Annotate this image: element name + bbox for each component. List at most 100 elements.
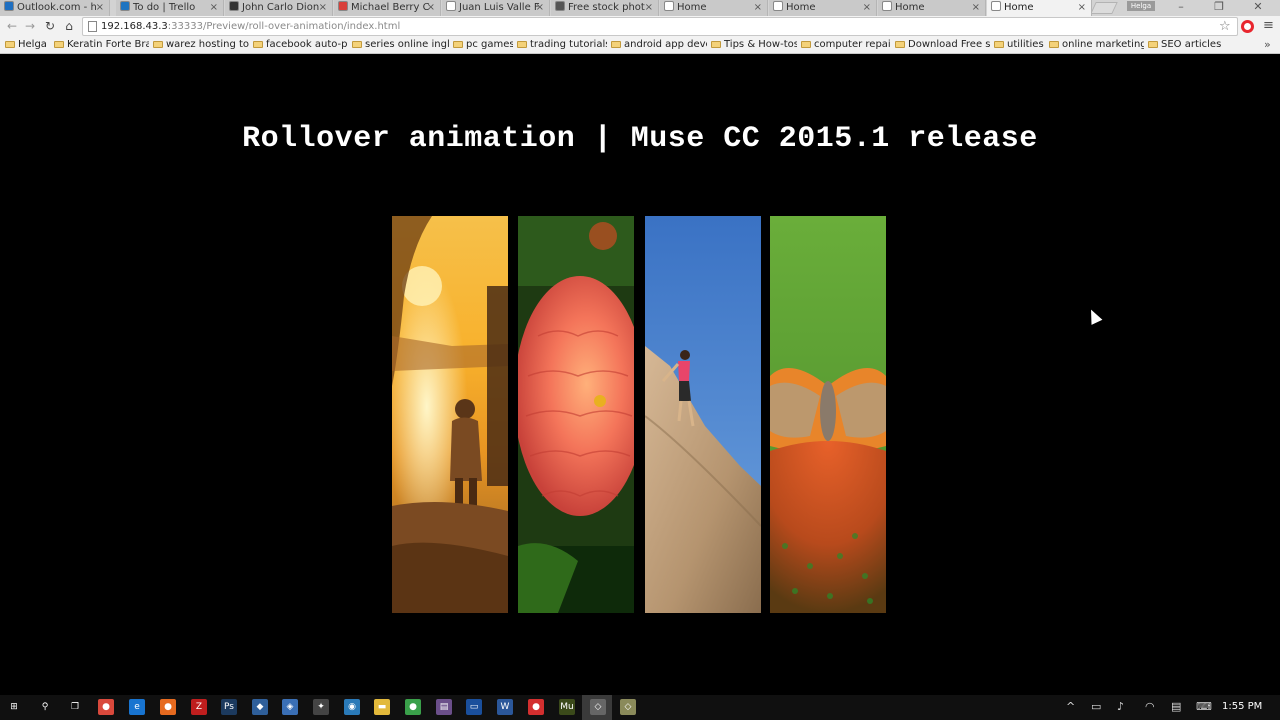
bookmark-item[interactable]: trading tutorials xyxy=(517,37,607,54)
opera-extension-icon[interactable] xyxy=(1241,20,1254,33)
back-button[interactable]: ← xyxy=(4,18,20,34)
tab[interactable]: John Carlo Dion × xyxy=(225,0,333,16)
file-explorer-icon[interactable]: ▬ xyxy=(374,699,390,715)
keyboard-app-icon[interactable]: ▭ xyxy=(466,699,482,715)
extra-app-icon[interactable]: ◇ xyxy=(620,699,636,715)
folder-icon xyxy=(517,41,527,48)
tool-icon[interactable]: ✦ xyxy=(313,699,329,715)
bookmark-label: facebook auto-po xyxy=(266,39,348,50)
tray-chevron-icon[interactable]: ^ xyxy=(1066,700,1075,713)
filezilla-icon[interactable]: Z xyxy=(191,699,207,715)
menu-icon[interactable]: ≡ xyxy=(1263,18,1274,33)
edge-icon[interactable]: e xyxy=(129,699,145,715)
bookmark-item[interactable]: pc games xyxy=(453,37,513,54)
sunset-child-photo[interactable] xyxy=(392,216,508,613)
bookmark-label: online marketing xyxy=(1062,39,1144,50)
firefox-icon[interactable]: ● xyxy=(160,699,176,715)
tab-close-icon[interactable]: × xyxy=(96,0,104,15)
bookmark-item[interactable]: Keratin Forte Braz xyxy=(54,37,149,54)
tab-close-icon[interactable]: × xyxy=(427,0,435,15)
home-button[interactable]: ⌂ xyxy=(61,18,77,34)
bookmark-label: pc games xyxy=(466,39,513,50)
keyboard-icon[interactable]: ⌨ xyxy=(1196,700,1212,713)
bookmark-item[interactable]: computer repair xyxy=(801,37,891,54)
bookmark-item[interactable]: facebook auto-po xyxy=(253,37,348,54)
tab[interactable]: Outlook.com - h × xyxy=(0,0,110,16)
active-app-icon[interactable]: ◇ xyxy=(590,699,606,715)
photoshop-icon[interactable]: Ps xyxy=(221,699,237,715)
search-icon[interactable]: ⚲ xyxy=(37,699,53,715)
security-icon[interactable]: ◈ xyxy=(282,699,298,715)
tab[interactable]: Home × xyxy=(878,0,986,16)
tab[interactable]: Michael Berry C × xyxy=(334,0,441,16)
bookmark-item[interactable]: Helga xyxy=(5,37,51,54)
forward-button[interactable]: → xyxy=(22,18,38,34)
battery-icon[interactable]: ▭ xyxy=(1091,700,1101,713)
tab-close-icon[interactable]: × xyxy=(863,0,871,15)
tab[interactable]: Home × xyxy=(769,0,877,16)
bookmark-item[interactable]: Tips & How-tos xyxy=(711,37,797,54)
wifi-icon[interactable]: ◠ xyxy=(1145,700,1155,713)
folder-icon xyxy=(895,41,905,48)
folder-icon xyxy=(994,41,1004,48)
task-view-icon[interactable]: ❐ xyxy=(67,699,83,715)
tab[interactable]: Home × xyxy=(987,0,1092,16)
tab[interactable]: Free stock phot × xyxy=(551,0,659,16)
rock-climber-image xyxy=(645,216,761,613)
tab-label: Juan Luis Valle F xyxy=(459,2,540,13)
tab[interactable]: Home × xyxy=(660,0,768,16)
windows-start-icon[interactable]: ⊞ xyxy=(6,699,22,715)
bookmark-item[interactable]: utilities xyxy=(994,37,1045,54)
bookmark-item[interactable]: series online ingle xyxy=(352,37,449,54)
bookmark-item[interactable]: Download Free st xyxy=(895,37,990,54)
bookmark-item[interactable]: android app deve xyxy=(611,37,707,54)
rock-climber-photo[interactable] xyxy=(645,216,761,613)
dahlia-flower-photo[interactable] xyxy=(518,216,634,613)
taskbar-clock[interactable]: 1:55 PM xyxy=(1222,701,1262,712)
profile-badge[interactable]: Helga xyxy=(1127,1,1155,11)
mouse-cursor xyxy=(1085,307,1103,325)
butterfly-photo[interactable] xyxy=(770,216,886,613)
address-bar[interactable]: 192.168.43.3:33333/Preview/roll-over-ani… xyxy=(82,17,1238,36)
windows-taskbar: ^ ▭ ♪ ◠ ▤ ⌨ 1:55 PM ⊞ ⚲ ❐ ● e ● Z Ps ◆ ◈ ✦ ◉ ▬ ● ▤ ▭ W ● M… xyxy=(0,695,1280,720)
bookmarks-overflow-icon[interactable]: » xyxy=(1264,37,1271,52)
bookmark-label: Keratin Forte Braz xyxy=(67,39,149,50)
bookmark-item[interactable]: online marketing xyxy=(1049,37,1144,54)
reload-button[interactable]: ↻ xyxy=(42,18,58,34)
restore-button[interactable]: ❐ xyxy=(1204,0,1234,16)
red-app-icon[interactable]: ● xyxy=(528,699,544,715)
bookmark-item[interactable]: warez hosting to xyxy=(153,37,249,54)
new-tab-button[interactable] xyxy=(1090,2,1118,14)
address-path: :33333/Preview/roll-over-animation/index… xyxy=(167,21,401,32)
tab[interactable]: Juan Luis Valle F × xyxy=(442,0,550,16)
chrome-icon[interactable]: ● xyxy=(98,699,114,715)
volume-icon[interactable]: ♪ xyxy=(1117,700,1124,713)
folder-icon xyxy=(352,41,362,48)
close-window-button[interactable]: ✕ xyxy=(1243,0,1273,16)
tab-label: Free stock phot xyxy=(568,2,645,13)
tab-label: Outlook.com - h xyxy=(17,2,97,13)
bookmark-star-icon[interactable]: ☆ xyxy=(1219,19,1231,34)
action-center-icon[interactable]: ▤ xyxy=(1171,700,1181,713)
tab-close-icon[interactable]: × xyxy=(754,0,762,15)
green-app-icon[interactable]: ● xyxy=(405,699,421,715)
tab-favicon-icon xyxy=(773,1,783,11)
bookmark-label: warez hosting to xyxy=(166,39,249,50)
tab-close-icon[interactable]: × xyxy=(536,0,544,15)
tab-close-icon[interactable]: × xyxy=(210,0,218,15)
archive-icon[interactable]: ▤ xyxy=(436,699,452,715)
tab-close-icon[interactable]: × xyxy=(1078,0,1086,15)
tab-close-icon[interactable]: × xyxy=(319,0,327,15)
muse-icon[interactable]: Mu xyxy=(559,699,575,715)
bookmark-label: Download Free st xyxy=(908,39,990,50)
tab-close-icon[interactable]: × xyxy=(972,0,980,15)
bookmark-item[interactable]: SEO articles xyxy=(1148,37,1223,54)
tab[interactable]: To do | Trello × xyxy=(116,0,224,16)
tab-favicon-icon xyxy=(664,1,674,11)
minimize-button[interactable]: – xyxy=(1166,0,1196,16)
3d-box-icon[interactable]: ◆ xyxy=(252,699,268,715)
tab-favicon-icon xyxy=(555,1,565,11)
word-icon[interactable]: W xyxy=(497,699,513,715)
tab-close-icon[interactable]: × xyxy=(645,0,653,15)
browser-icon[interactable]: ◉ xyxy=(344,699,360,715)
